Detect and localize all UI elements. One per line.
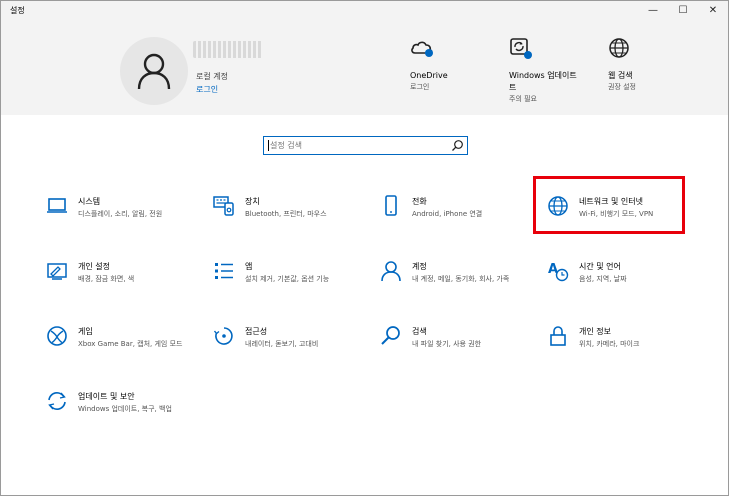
account-type-label: 로컬 계정 [196, 72, 228, 81]
tile-phone-desc: Android, iPhone 연결 [412, 210, 483, 218]
window-title: 설정 [10, 6, 25, 15]
phone-icon [385, 195, 397, 216]
title-bar: 설정 — ☐ ✕ [1, 1, 728, 19]
tile-apps[interactable]: 앱 설치 제거, 기본값, 옵션 기능 [213, 260, 363, 300]
quick-web-sub: 권장 설정 [608, 83, 636, 91]
tile-system-desc: 디스플레이, 소리, 알림, 전원 [78, 210, 163, 218]
close-button[interactable]: ✕ [698, 1, 728, 19]
tile-accounts-name: 계정 [412, 262, 427, 271]
minimize-button[interactable]: — [638, 1, 668, 19]
account-header: 로컬 계정 로그인 OneDrive 로그인 Windows 업데이트 트 주의… [1, 19, 728, 115]
avatar[interactable] [120, 37, 188, 105]
tile-gaming[interactable]: 게임 Xbox Game Bar, 캡처, 게임 모드 [46, 325, 196, 365]
lock-icon [550, 326, 566, 346]
globe-icon [609, 38, 629, 58]
tile-network-desc: Wi-Fi, 비행기 모드, VPN [579, 210, 654, 218]
tile-accounts[interactable]: 계정 내 계정, 메일, 동기화, 회사, 가족 [380, 260, 530, 300]
time-language-icon: A [548, 262, 569, 282]
tile-update-security[interactable]: 업데이트 및 보안 Windows 업데이트, 복구, 백업 [46, 390, 196, 430]
tile-privacy[interactable]: 개인 정보 위치, 카메라, 마이크 [547, 325, 697, 365]
apps-list-icon [215, 263, 233, 279]
keyboard-device-icon [213, 196, 234, 216]
search-input[interactable] [267, 138, 450, 153]
person-icon [381, 261, 401, 282]
tile-devices-name: 장치 [245, 197, 260, 206]
tile-accounts-desc: 내 계정, 메일, 동기화, 회사, 가족 [412, 275, 510, 283]
tile-time-name: 시간 및 언어 [579, 262, 621, 271]
quick-update-title-wrap: 트 [509, 83, 517, 92]
quick-onedrive-title: OneDrive [410, 71, 448, 80]
quick-update-title: Windows 업데이트 [509, 71, 577, 80]
tile-phone-name: 전화 [412, 197, 427, 206]
tile-devices-desc: Bluetooth, 프린터, 마우스 [245, 210, 327, 218]
tile-gaming-name: 게임 [78, 327, 93, 336]
accessibility-icon [213, 327, 233, 345]
onedrive-status-dot [425, 49, 433, 57]
person-avatar-icon [137, 53, 171, 90]
tile-time-desc: 음성, 지역, 날짜 [579, 275, 627, 283]
blurred-user-name [193, 41, 263, 58]
tile-search[interactable]: 검색 내 파일 찾기, 사용 권한 [380, 325, 530, 365]
tile-accessibility-desc: 내레이터, 돋보기, 고대비 [245, 340, 319, 348]
tile-accessibility-name: 접근성 [245, 327, 268, 336]
settings-search[interactable] [263, 136, 468, 155]
tile-system[interactable]: 시스템 디스플레이, 소리, 알림, 전원 [46, 195, 196, 235]
quick-web-title: 웹 검색 [608, 71, 633, 80]
laptop-icon [47, 198, 67, 213]
tile-phone[interactable]: 전화 Android, iPhone 연결 [380, 195, 530, 235]
xbox-icon [47, 326, 67, 346]
tile-privacy-name: 개인 정보 [579, 327, 611, 336]
tile-update-desc: Windows 업데이트, 복구, 백업 [78, 405, 172, 413]
search-icon [381, 326, 400, 345]
quick-update-sub: 주의 필요 [509, 95, 537, 103]
login-link[interactable]: 로그인 [196, 84, 218, 95]
update-sync-icon [48, 392, 66, 410]
maximize-button[interactable]: ☐ [668, 1, 698, 19]
tile-network-internet[interactable]: 네트워크 및 인터넷 Wi-Fi, 비행기 모드, VPN [547, 195, 697, 235]
tile-system-name: 시스템 [78, 197, 101, 206]
tile-accessibility[interactable]: 접근성 내레이터, 돋보기, 고대비 [213, 325, 363, 365]
tile-apps-desc: 설치 제거, 기본값, 옵션 기능 [245, 275, 330, 283]
settings-window: 설정 — ☐ ✕ 로컬 계정 로그인 OneDrive 로그인 Windows … [0, 0, 729, 496]
search-icon[interactable] [451, 139, 464, 152]
tile-personalization-name: 개인 설정 [78, 262, 110, 271]
quick-onedrive-sub: 로그인 [410, 83, 430, 91]
tile-gaming-desc: Xbox Game Bar, 캡처, 게임 모드 [78, 340, 183, 348]
update-status-dot [524, 51, 532, 59]
globe-icon [548, 196, 568, 216]
tile-apps-name: 앱 [245, 262, 253, 271]
tile-personalization[interactable]: 개인 설정 배경, 잠금 화면, 색 [46, 260, 196, 300]
tile-search-name: 검색 [412, 327, 427, 336]
tile-personalization-desc: 배경, 잠금 화면, 색 [78, 275, 135, 283]
tile-search-desc: 내 파일 찾기, 사용 권한 [412, 340, 482, 348]
tile-privacy-desc: 위치, 카메라, 마이크 [579, 340, 640, 348]
tile-devices[interactable]: 장치 Bluetooth, 프린터, 마우스 [213, 195, 363, 235]
tile-network-name: 네트워크 및 인터넷 [579, 197, 643, 206]
personalization-icon [47, 263, 67, 280]
tile-time-language[interactable]: A 시간 및 언어 음성, 지역, 날짜 [547, 260, 697, 300]
tile-update-name: 업데이트 및 보안 [78, 392, 135, 401]
onedrive-cloud-icon [411, 41, 433, 54]
